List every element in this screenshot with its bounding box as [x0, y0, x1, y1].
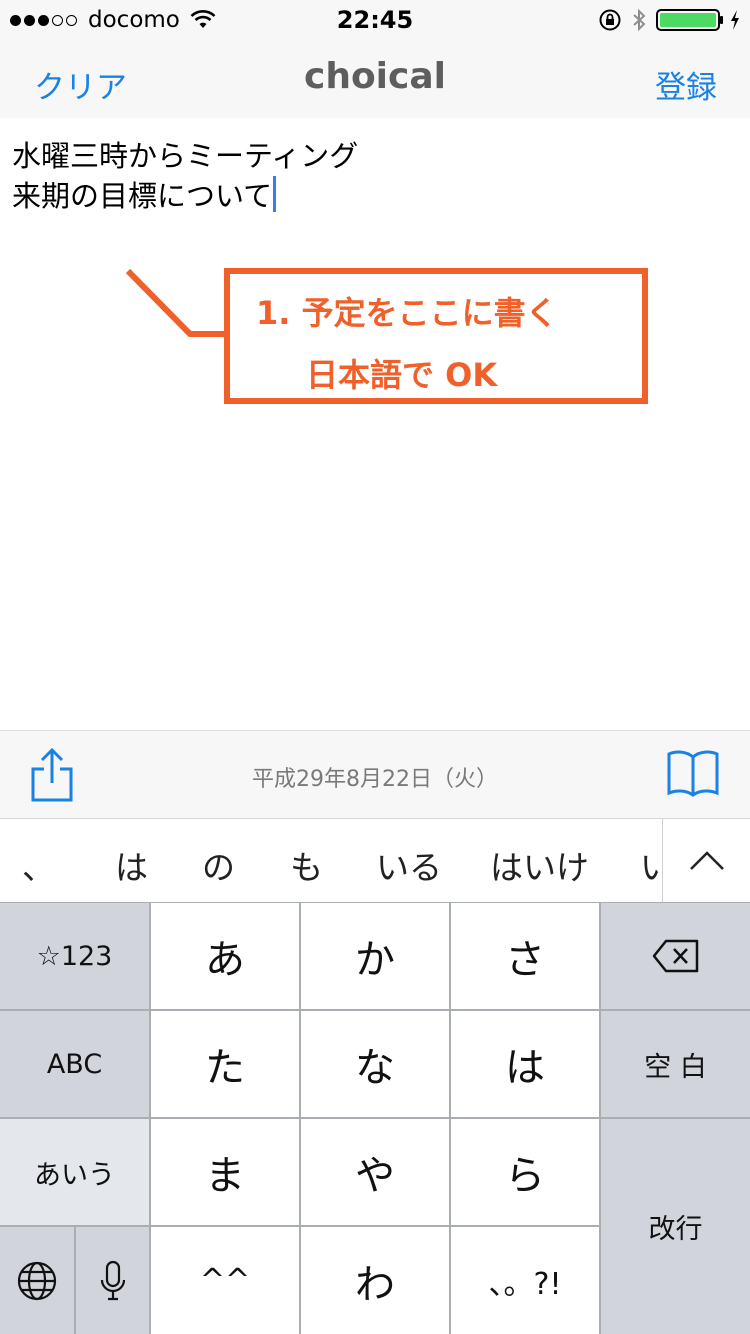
key-ra[interactable]: ら: [451, 1119, 599, 1225]
key-punctuation[interactable]: 、。?!: [451, 1227, 599, 1334]
key-ta[interactable]: た: [151, 1011, 299, 1117]
key-delete[interactable]: [601, 903, 750, 1009]
key-dictation[interactable]: [76, 1227, 149, 1334]
microphone-icon: [100, 1260, 125, 1300]
annotation-line-1: 1. 予定をここに書く: [256, 294, 558, 332]
suggestion-item[interactable]: の: [202, 841, 235, 889]
key-emoticon[interactable]: ^^: [151, 1227, 299, 1334]
annotation-line-2: 日本語で OK: [306, 356, 498, 394]
suggestion-item[interactable]: も: [290, 841, 323, 889]
editor-line-1: 水曜三時からミーティング: [12, 139, 359, 173]
chevron-up-icon: [690, 851, 724, 870]
register-button[interactable]: 登録: [655, 62, 717, 107]
key-wa[interactable]: わ: [301, 1227, 449, 1334]
key-ka[interactable]: か: [301, 903, 449, 1009]
book-icon[interactable]: [666, 747, 720, 801]
bottom-toolbar: 平成29年8月22日（火）: [0, 730, 750, 818]
key-na[interactable]: な: [301, 1011, 449, 1117]
key-ya[interactable]: や: [301, 1119, 449, 1225]
suggestion-item[interactable]: いる: [376, 841, 442, 889]
suggestion-item[interactable]: はいけ: [490, 841, 589, 889]
text-editor[interactable]: 水曜三時からミーティング 来期の目標について: [12, 136, 732, 216]
key-globe[interactable]: [0, 1227, 74, 1334]
delete-icon: [652, 939, 698, 973]
status-right: [598, 7, 742, 33]
editor-line-2: 来期の目標について: [12, 176, 732, 216]
orientation-lock-icon: [599, 9, 621, 31]
charging-bolt-icon: [731, 10, 739, 30]
key-ma[interactable]: ま: [151, 1119, 299, 1225]
kana-keyboard: ☆123 あ か さ ABC た な は 空 白 あいう ま や ら 改行 ^^…: [0, 902, 750, 1334]
key-sa[interactable]: さ: [451, 903, 599, 1009]
suggestion-item[interactable]: 、: [22, 841, 55, 889]
editor-line-2-text: 来期の目標について: [12, 179, 273, 213]
bluetooth-icon: [633, 8, 646, 32]
globe-icon: [17, 1261, 57, 1300]
key-hiragana[interactable]: あいう: [0, 1119, 149, 1225]
expand-suggestions-button[interactable]: [662, 819, 750, 903]
annotation-box: 1. 予定をここに書く 日本語で OK: [224, 268, 648, 404]
key-abc[interactable]: ABC: [0, 1011, 149, 1117]
key-symbols[interactable]: ☆123: [0, 903, 149, 1009]
key-a[interactable]: あ: [151, 903, 299, 1009]
date-label: 平成29年8月22日（火）: [252, 767, 498, 792]
navigation-bar: クリア choical 登録: [0, 40, 750, 118]
battery-icon: [656, 9, 723, 31]
app-title: choical: [303, 56, 446, 97]
status-bar: docomo 22:45: [0, 0, 750, 40]
suggestion-bar: 、 は の も いる はいけ い: [0, 818, 750, 903]
text-caret: [273, 176, 277, 212]
key-return[interactable]: 改行: [601, 1119, 750, 1334]
key-space[interactable]: 空 白: [601, 1011, 750, 1117]
key-ha[interactable]: は: [451, 1011, 599, 1117]
suggestion-item[interactable]: は: [115, 841, 148, 889]
